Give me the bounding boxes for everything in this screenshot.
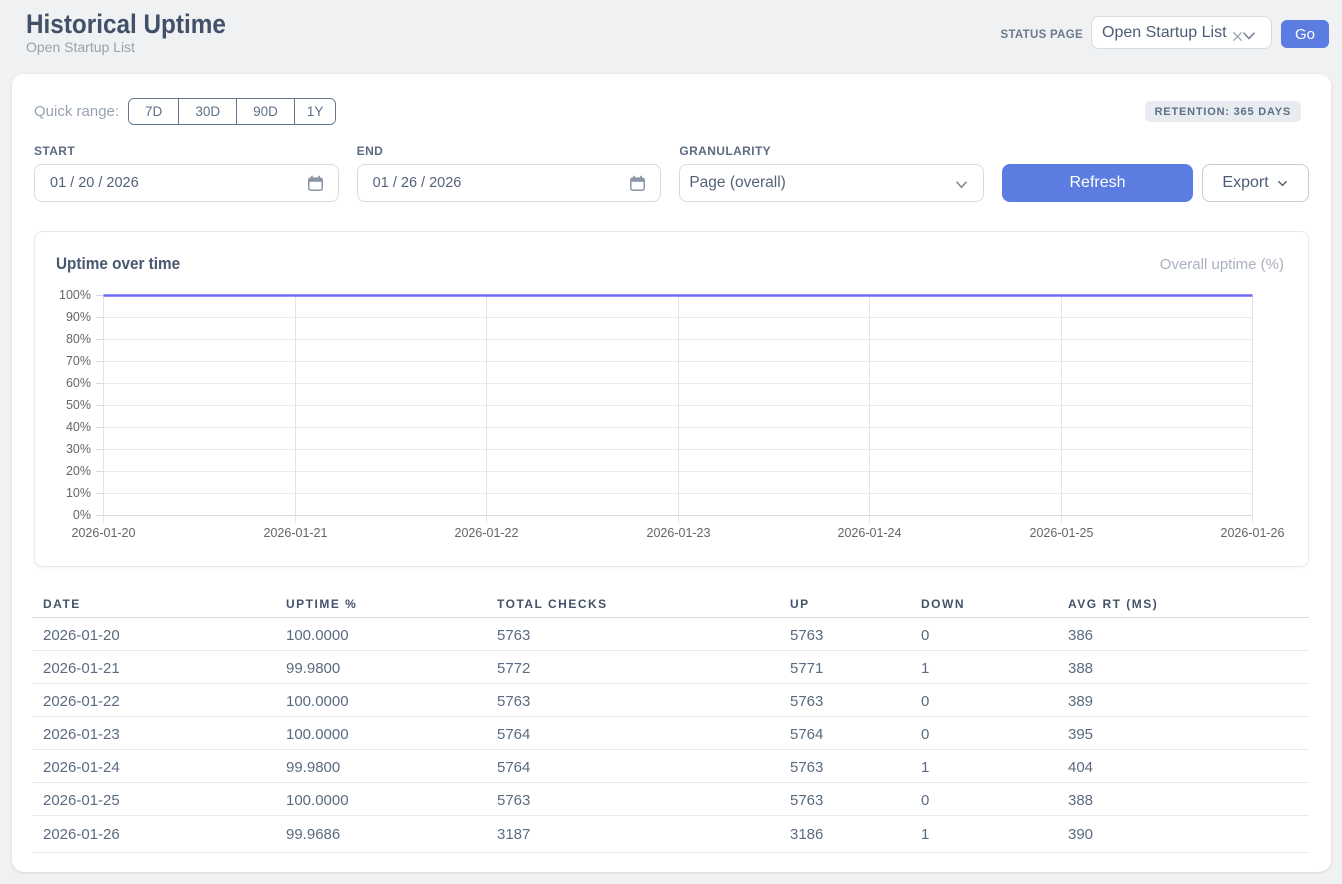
svg-text:60%: 60%: [66, 376, 91, 390]
svg-text:0%: 0%: [73, 508, 91, 522]
svg-text:2026-01-22: 2026-01-22: [455, 526, 519, 540]
svg-text:30%: 30%: [66, 442, 91, 456]
svg-text:2026-01-20: 2026-01-20: [72, 526, 136, 540]
svg-text:70%: 70%: [66, 354, 91, 368]
svg-text:20%: 20%: [66, 464, 91, 478]
svg-text:2026-01-25: 2026-01-25: [1030, 526, 1094, 540]
svg-text:2026-01-21: 2026-01-21: [264, 526, 328, 540]
svg-text:50%: 50%: [66, 398, 91, 412]
svg-text:80%: 80%: [66, 332, 91, 346]
svg-text:100%: 100%: [59, 288, 91, 302]
svg-text:2026-01-24: 2026-01-24: [838, 526, 902, 540]
svg-text:2026-01-23: 2026-01-23: [647, 526, 711, 540]
svg-text:2026-01-26: 2026-01-26: [1221, 526, 1285, 540]
svg-text:40%: 40%: [66, 420, 91, 434]
svg-text:10%: 10%: [66, 486, 91, 500]
svg-text:90%: 90%: [66, 310, 91, 324]
